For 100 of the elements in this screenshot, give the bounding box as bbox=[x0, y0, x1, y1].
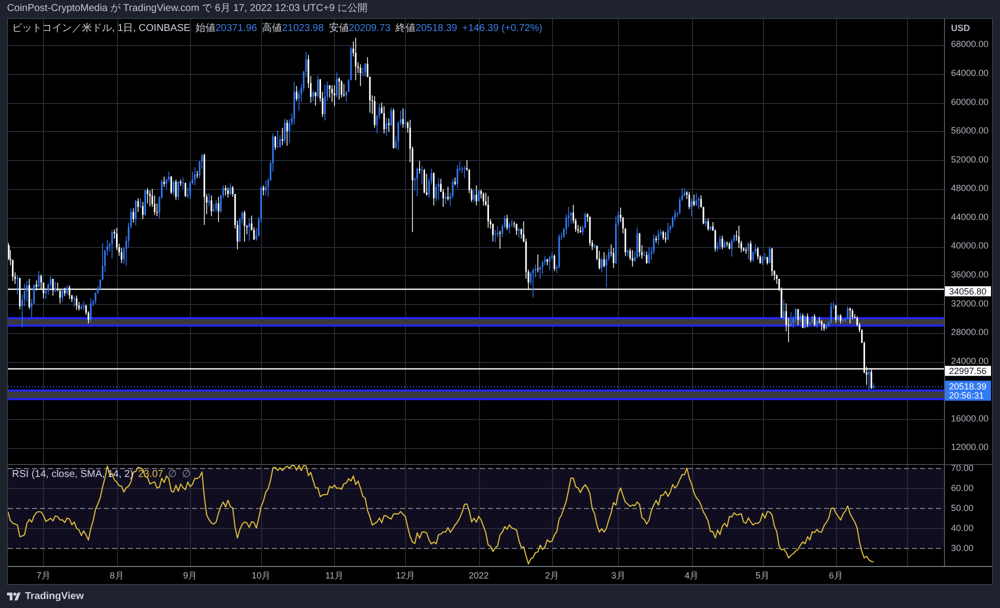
brand-name: TradingView bbox=[25, 592, 84, 602]
candlestick bbox=[194, 166, 196, 186]
candlestick bbox=[388, 118, 390, 132]
candlestick bbox=[646, 251, 648, 264]
candlestick bbox=[600, 258, 603, 273]
candlestick bbox=[830, 302, 832, 324]
candlestick bbox=[632, 250, 634, 268]
candlestick bbox=[802, 313, 804, 328]
candlestick bbox=[690, 198, 692, 217]
candlestick bbox=[800, 312, 802, 322]
time-axis-label: 5月 bbox=[756, 570, 770, 580]
candlestick bbox=[90, 298, 92, 322]
candlestick bbox=[612, 248, 614, 268]
countdown-timer: 20:56:31 bbox=[949, 390, 984, 401]
candlestick bbox=[506, 214, 508, 230]
candlestick bbox=[52, 278, 54, 296]
candlestick bbox=[636, 227, 638, 258]
candlestick bbox=[554, 254, 556, 272]
candlestick bbox=[296, 86, 298, 102]
candlestick bbox=[840, 314, 842, 324]
candlestick bbox=[227, 187, 229, 198]
last-price-tag bbox=[945, 380, 991, 401]
candlestick bbox=[804, 314, 806, 329]
candlestick bbox=[648, 246, 650, 264]
time-axis-label: 7月 bbox=[36, 570, 50, 580]
price-level-tag: 22997.56 bbox=[945, 366, 991, 376]
rsi-axis-label: 70.00 bbox=[951, 465, 974, 474]
candlestick bbox=[163, 176, 165, 188]
time-axis-label: 9月 bbox=[183, 570, 198, 580]
candlestick bbox=[814, 314, 816, 327]
candlestick bbox=[172, 180, 174, 196]
candlestick bbox=[870, 369, 872, 390]
candlestick bbox=[688, 191, 690, 210]
candlestick bbox=[745, 246, 747, 254]
ref-line-label: 34056.80 bbox=[949, 286, 987, 296]
symbol-title: ビットコイン／米ドル, 1日, COINBASE bbox=[12, 22, 190, 36]
time-axis-label: 8月 bbox=[110, 570, 124, 580]
candlestick bbox=[170, 176, 172, 194]
candlestick bbox=[328, 84, 330, 98]
time-axis-label: 3月 bbox=[611, 570, 626, 580]
candlestick bbox=[852, 308, 854, 320]
candlestick bbox=[343, 83, 345, 98]
candlestick bbox=[244, 210, 246, 242]
candlestick bbox=[66, 284, 68, 296]
candlestick bbox=[276, 130, 278, 148]
candlestick bbox=[658, 230, 660, 246]
candlestick bbox=[482, 192, 484, 206]
candlestick bbox=[835, 304, 837, 324]
candlestick bbox=[178, 180, 180, 201]
candlestick bbox=[662, 230, 664, 240]
candlestick bbox=[516, 223, 518, 236]
candlestick bbox=[360, 64, 362, 86]
candlestick bbox=[518, 227, 520, 238]
candlestick bbox=[317, 76, 319, 98]
candlestick bbox=[846, 306, 849, 320]
candlestick bbox=[146, 188, 148, 204]
currency-label: USD bbox=[951, 22, 970, 34]
candlestick bbox=[175, 179, 177, 200]
candlestick bbox=[279, 134, 281, 148]
candlestick bbox=[868, 370, 870, 390]
time-axis-label: 10月 bbox=[252, 570, 271, 580]
candlestick bbox=[487, 196, 489, 228]
last-price-value: 20518.39 bbox=[949, 382, 987, 392]
candlestick bbox=[693, 194, 695, 207]
candlestick bbox=[464, 165, 466, 179]
candlestick bbox=[738, 225, 740, 248]
rsi-axis-label: 50.00 bbox=[951, 503, 974, 514]
price-axis-label: 64000.00 bbox=[951, 68, 989, 78]
price-axis-label: 12000.00 bbox=[951, 442, 989, 452]
candlestick bbox=[424, 168, 426, 194]
candlestick bbox=[354, 37, 357, 81]
candlestick bbox=[496, 226, 498, 238]
candlestick bbox=[655, 235, 657, 244]
rsi-axis-label: 30.00 bbox=[951, 543, 974, 554]
candlestick bbox=[473, 189, 475, 203]
candlestick bbox=[797, 308, 799, 326]
candlestick bbox=[456, 164, 458, 189]
candlestick bbox=[218, 196, 220, 222]
rsi-axis-label: 40.00 bbox=[951, 523, 974, 534]
candlestick bbox=[284, 118, 286, 144]
candlestick bbox=[374, 96, 376, 128]
publication-info: CoinPost-CryptoMedia が TradingView.com で 6月 17, 2022 12:03 UTC+9 に公開 bbox=[7, 4, 368, 14]
price-axis-label: 56000.00 bbox=[951, 126, 989, 136]
ohlc-value: 20518.39 bbox=[416, 22, 458, 36]
candlestick bbox=[768, 246, 770, 264]
candlestick bbox=[364, 62, 366, 78]
candlestick bbox=[638, 232, 640, 257]
price-level-tag: 34056.80 bbox=[945, 286, 991, 296]
time-axis-label: 11月 bbox=[325, 570, 344, 580]
candlestick bbox=[336, 72, 338, 98]
price-axis-label: 24000.00 bbox=[951, 356, 989, 366]
price-axis-label: 60000.00 bbox=[951, 96, 989, 107]
candlestick bbox=[667, 222, 669, 240]
candlestick bbox=[478, 189, 480, 202]
price-axis-label: 16000.00 bbox=[951, 413, 989, 424]
candlestick bbox=[698, 196, 700, 210]
candlestick bbox=[38, 270, 40, 288]
price-axis-label: 36000.00 bbox=[951, 270, 989, 280]
candlestick bbox=[580, 226, 582, 234]
price-axis-label: 44000.00 bbox=[951, 212, 989, 222]
